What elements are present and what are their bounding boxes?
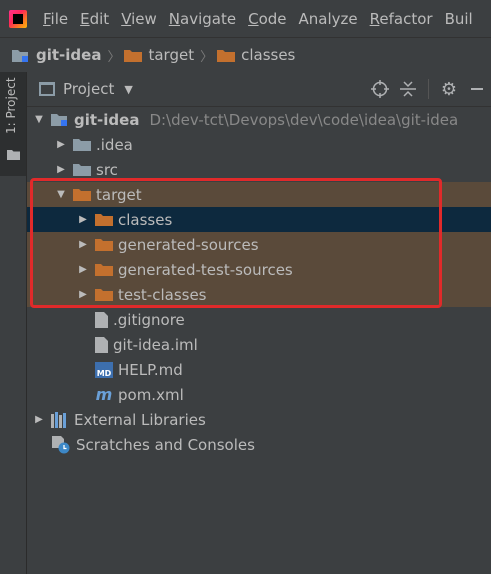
expand-arrow-down-icon[interactable]: ▼ — [55, 189, 67, 200]
expand-arrow-right-icon[interactable]: ▶ — [77, 289, 89, 300]
tree-item-label: git-idea — [74, 110, 140, 129]
markdown-file-icon: MD — [95, 361, 113, 378]
breadcrumb-separator-icon: 〉 — [107, 49, 121, 65]
expand-arrow-right-icon[interactable]: ▶ — [77, 264, 89, 275]
project-view-selector[interactable]: Project ▼ — [39, 80, 133, 98]
libraries-icon — [51, 411, 69, 428]
tree-item-pom-xml[interactable]: m pom.xml — [27, 382, 491, 407]
settings-button[interactable]: ⚙ — [435, 75, 463, 103]
tree-item-label: Scratches and Consoles — [76, 435, 255, 454]
project-folder-icon — [7, 150, 20, 160]
module-folder-icon — [51, 112, 69, 127]
chevron-down-icon: ▼ — [124, 82, 133, 96]
tree-item-label: git-idea.iml — [113, 335, 198, 354]
tree-item-external-libraries[interactable]: ▶ External Libraries — [27, 407, 491, 432]
intellij-logo-icon — [9, 9, 27, 28]
tool-window-stripe: 1: Project — [0, 72, 27, 574]
scratches-icon — [51, 435, 71, 454]
breadcrumb: git-idea 〉 target 〉 classes — [0, 37, 491, 73]
menu-file[interactable]: File — [43, 10, 68, 28]
breadcrumb-item-target[interactable]: target — [124, 46, 194, 64]
menu-navigate[interactable]: Navigate — [169, 10, 236, 28]
menu-analyze[interactable]: Analyze — [299, 10, 358, 28]
minimize-icon — [471, 88, 483, 90]
tree-item-label: External Libraries — [74, 410, 206, 429]
menu-view[interactable]: View — [121, 10, 157, 28]
tree-item-label: generated-sources — [118, 235, 259, 254]
folder-icon — [73, 162, 91, 177]
module-folder-icon — [12, 49, 28, 62]
project-tree: ▼ git-idea D:\dev-tct\Devops\dev\code\idea… — [27, 107, 491, 574]
hide-panel-button[interactable] — [463, 75, 491, 103]
breadcrumb-label: git-idea — [36, 46, 102, 64]
tree-item-label: .idea — [96, 135, 133, 154]
tree-item-label: classes — [118, 210, 173, 229]
menu-buil[interactable]: Buil — [445, 10, 473, 28]
folder-icon — [95, 212, 113, 227]
tree-item-label: .gitignore — [113, 310, 185, 329]
tree-item-help-md[interactable]: MD HELP.md — [27, 357, 491, 382]
panel-actions: ⚙ — [366, 72, 491, 106]
breadcrumb-item-classes[interactable]: classes — [217, 46, 295, 64]
expand-arrow-right-icon[interactable]: ▶ — [77, 239, 89, 250]
tree-item-git-idea-iml[interactable]: git-idea.iml — [27, 332, 491, 357]
menu-bar: File Edit View Navigate Code Analyze Refactor B… — [0, 0, 491, 37]
folder-icon — [95, 262, 113, 277]
collapse-all-button[interactable] — [394, 75, 422, 103]
tree-item-src[interactable]: ▶ src — [27, 157, 491, 182]
project-panel-header: Project ▼ ⚙ — [27, 72, 491, 107]
menu-code[interactable]: Code — [248, 10, 286, 28]
folder-icon — [217, 49, 236, 62]
folder-icon — [95, 237, 113, 252]
breadcrumb-item-project[interactable]: git-idea — [12, 46, 101, 64]
expand-arrow-down-icon[interactable]: ▼ — [33, 114, 45, 125]
folder-icon — [73, 187, 91, 202]
tree-item-label: test-classes — [118, 285, 207, 304]
expand-arrow-right-icon[interactable]: ▶ — [55, 139, 67, 150]
project-view-icon — [39, 82, 55, 96]
menu-edit[interactable]: Edit — [80, 10, 109, 28]
breadcrumb-label: classes — [241, 46, 296, 64]
tree-item-idea[interactable]: ▶ .idea — [27, 132, 491, 157]
divider — [428, 79, 429, 99]
tree-item-label: generated-test-sources — [118, 260, 293, 279]
gear-icon: ⚙ — [440, 78, 458, 100]
file-icon — [95, 311, 108, 328]
expand-arrow-right-icon[interactable]: ▶ — [77, 214, 89, 225]
tree-item-label: pom.xml — [118, 385, 184, 404]
tree-item-label: src — [96, 160, 118, 179]
tree-item-generated-sources[interactable]: ▶ generated-sources — [27, 232, 491, 257]
tree-item-test-classes[interactable]: ▶ test-classes — [27, 282, 491, 307]
collapse-all-icon — [400, 81, 416, 97]
tree-item-generated-test-sources[interactable]: ▶ generated-test-sources — [27, 257, 491, 282]
locate-file-button[interactable] — [366, 75, 394, 103]
file-icon — [95, 336, 108, 353]
project-tool-tab-label: 1: Project — [4, 77, 18, 134]
tree-item-label: HELP.md — [118, 360, 183, 379]
menu-refactor[interactable]: Refactor — [370, 10, 433, 28]
tree-item-scratches-and-consoles[interactable]: Scratches and Consoles — [27, 432, 491, 457]
project-tool-tab[interactable]: 1: Project — [0, 72, 26, 176]
tree-item-git-idea[interactable]: ▼ git-idea D:\dev-tct\Devops\dev\code\idea… — [27, 107, 491, 132]
expand-arrow-right-icon[interactable]: ▶ — [33, 414, 45, 425]
breadcrumb-label: target — [148, 46, 195, 64]
folder-icon — [73, 137, 91, 152]
tree-item-label: target — [96, 185, 142, 204]
breadcrumb-separator-icon: 〉 — [200, 49, 214, 65]
tree-item-classes[interactable]: ▶ classes — [27, 207, 491, 232]
expand-arrow-right-icon[interactable]: ▶ — [55, 164, 67, 175]
folder-icon — [124, 49, 143, 62]
menu-items: File Edit View Navigate Code Analyze Refactor B… — [43, 10, 485, 28]
crosshair-icon — [371, 80, 389, 98]
tree-item-gitignore[interactable]: .gitignore — [27, 307, 491, 332]
folder-icon — [95, 287, 113, 302]
tree-item-target[interactable]: ▼ target — [27, 182, 491, 207]
maven-file-icon: m — [95, 385, 113, 404]
project-panel-title: Project — [63, 80, 115, 98]
tree-item-path: D:\dev-tct\Devops\dev\code\idea\git-idea — [149, 110, 459, 129]
